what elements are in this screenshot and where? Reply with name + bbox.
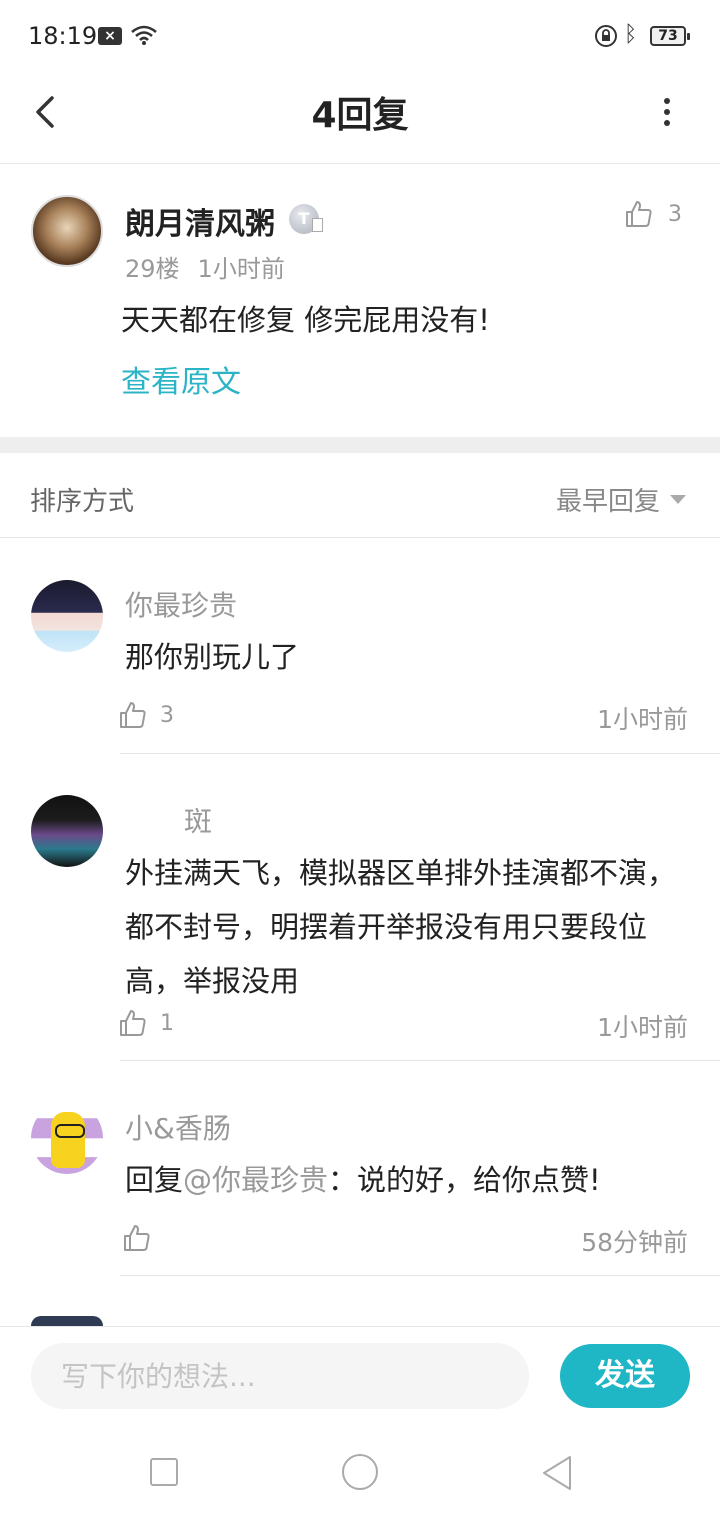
thumbs-up-icon <box>124 1225 150 1251</box>
battery-icon: 73 <box>650 26 690 46</box>
avatar[interactable] <box>31 795 103 867</box>
post-meta: 29楼 1小时前 <box>125 249 285 284</box>
author-name[interactable]: 朗月清风粥 <box>125 199 275 243</box>
thumbs-up-icon <box>626 201 652 227</box>
sort-label: 排序方式 <box>30 487 135 517</box>
like-count: 1 <box>160 1010 174 1036</box>
send-button[interactable]: 发送 <box>560 1344 690 1408</box>
thumbs-up-icon <box>120 702 146 728</box>
reply-body: ：说的好，给你点赞! <box>328 1163 601 1197</box>
comment-input[interactable] <box>31 1343 529 1409</box>
reply-prefix: 回复 <box>125 1163 184 1197</box>
home-icon[interactable] <box>342 1454 378 1490</box>
like-button[interactable]: 3 <box>118 698 174 732</box>
back-triangle-icon[interactable] <box>540 1454 574 1496</box>
rotation-lock-icon <box>594 24 618 52</box>
x-box-icon: × <box>98 27 122 45</box>
reply-author[interactable]: 小&香肠 <box>125 1107 231 1147</box>
thumbs-up-icon <box>120 1010 146 1036</box>
like-button[interactable]: 3 <box>624 197 682 231</box>
like-button[interactable] <box>122 1221 164 1255</box>
original-comment: 朗月清风粥 T 29楼 1小时前 天天都在修复 修完屁用没有! 查看原文 3 <box>0 165 720 437</box>
avatar[interactable] <box>31 195 103 267</box>
avatar-figure <box>51 1112 85 1168</box>
recent-apps-icon[interactable] <box>150 1458 178 1486</box>
reply-item: 斑 外挂满天飞，模拟器区单排外挂演都不演，都不封号，明摆着开举报没有用只要段位高… <box>0 754 720 1061</box>
like-button[interactable]: 1 <box>118 1006 174 1040</box>
reply-item: 小&香肠 回复@你最珍贵：说的好，给你点赞! 58分钟前 <box>0 1061 720 1276</box>
reply-author[interactable]: 你最珍贵 <box>125 584 237 624</box>
divider <box>120 1275 720 1276</box>
more-options-icon[interactable] <box>652 94 682 134</box>
reply-time: 58分钟前 <box>581 1228 688 1257</box>
section-divider <box>0 437 720 453</box>
comment-input-bar: 发送 <box>0 1326 720 1426</box>
status-bar: 18:19 × ᛒ 73 <box>0 0 720 72</box>
caret-down-icon <box>670 495 686 504</box>
mention-link[interactable]: @你最珍贵 <box>183 1163 328 1197</box>
post-time: 1小时前 <box>197 255 285 283</box>
avatar[interactable] <box>31 580 103 652</box>
avatar[interactable] <box>31 1102 103 1174</box>
system-nav-bar <box>0 1426 720 1520</box>
like-count: 3 <box>160 702 174 728</box>
reply-text: 回复@你最珍贵：说的好，给你点赞! <box>125 1153 695 1207</box>
view-original-link[interactable]: 查看原文 <box>121 357 241 401</box>
comment-text: 天天都在修复 修完屁用没有! <box>121 303 490 337</box>
reply-text: 外挂满天飞，模拟器区单排外挂演都不演，都不封号，明摆着开举报没有用只要段位高，举… <box>125 856 677 998</box>
floor-number: 29楼 <box>125 255 180 283</box>
level-badge-icon: T <box>289 204 323 234</box>
reply-text: 那你别玩儿了 <box>125 640 300 674</box>
status-time: 18:19 <box>28 22 98 50</box>
bluetooth-icon: ᛒ <box>624 22 638 47</box>
sort-dropdown[interactable]: 最早回复 <box>556 481 686 518</box>
like-count: 3 <box>668 201 682 227</box>
wifi-icon <box>130 24 158 50</box>
reply-detail-screen: 18:19 × ᛒ 73 4回复 朗月清风粥 T 29楼 1小时前 天天都在修复… <box>0 0 720 1520</box>
avatar[interactable] <box>31 1316 103 1326</box>
reply-item: 你最珍贵 那你别玩儿了 3 1小时前 <box>0 538 720 754</box>
reply-author[interactable]: 斑 <box>184 800 212 840</box>
page-title: 4回复 <box>311 95 409 136</box>
sort-selected-value: 最早回复 <box>555 487 660 517</box>
reply-time: 1小时前 <box>597 705 688 734</box>
reply-time: 1小时前 <box>597 1013 688 1042</box>
top-app-bar: 4回复 <box>0 72 720 164</box>
sort-bar: 排序方式 最早回复 <box>0 453 720 538</box>
